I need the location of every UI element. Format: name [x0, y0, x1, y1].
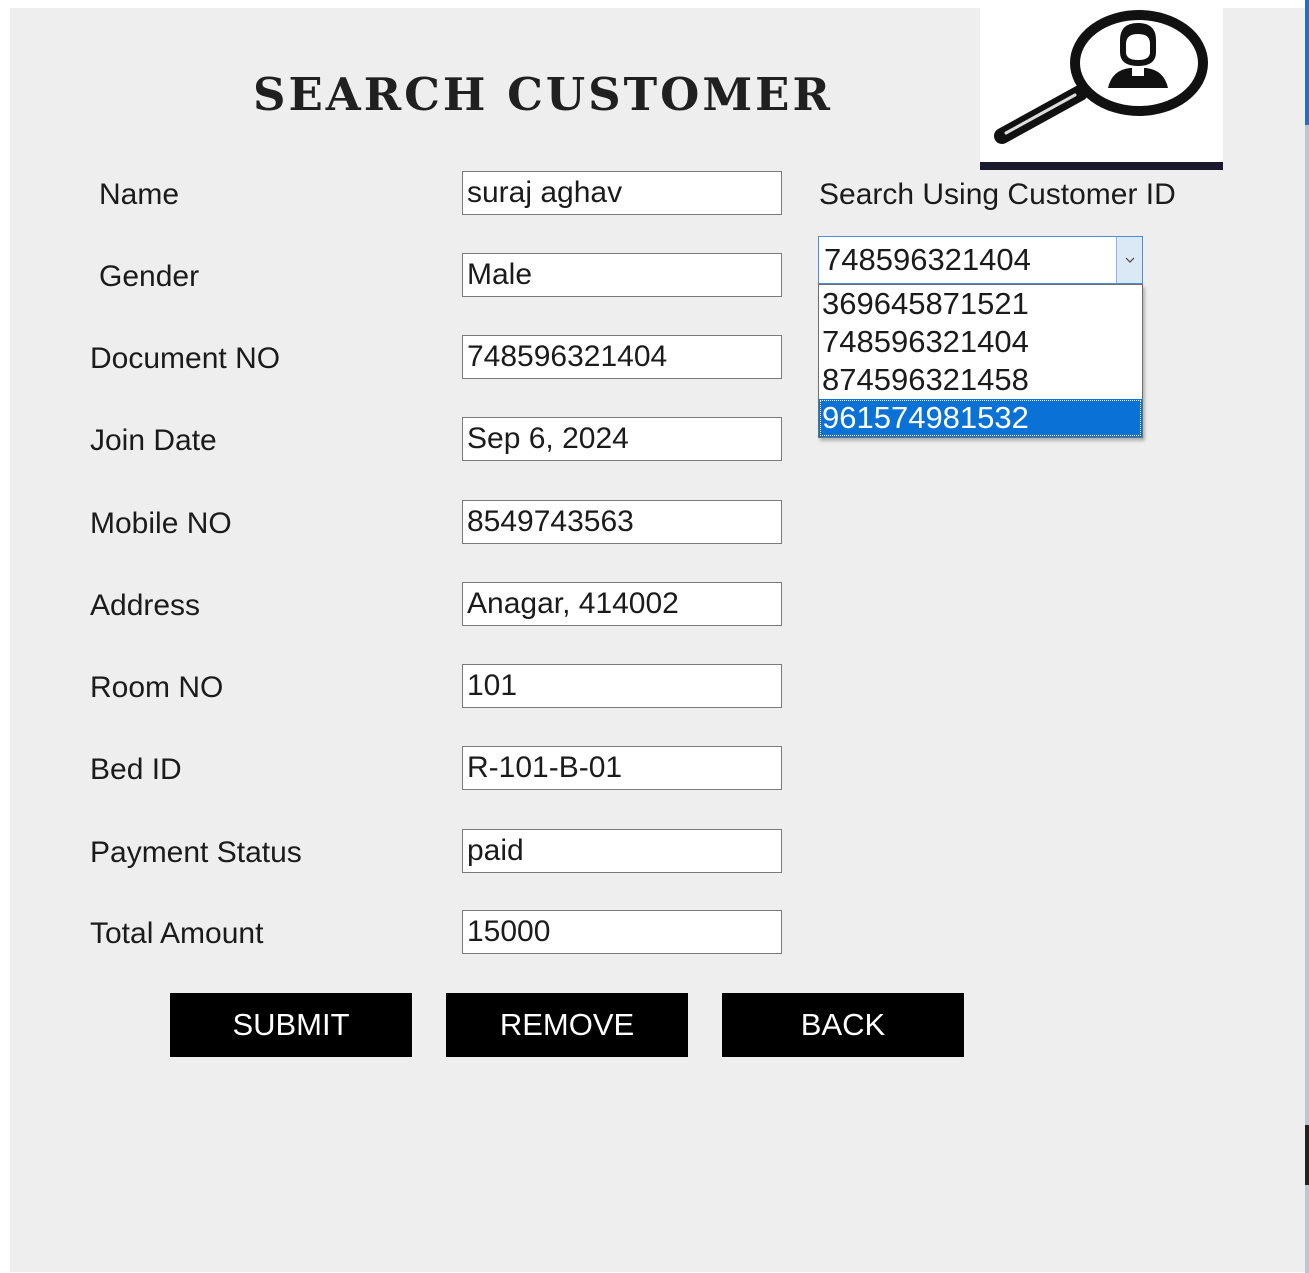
- magnifier-customer-icon: [994, 10, 1208, 144]
- mobile-no-field[interactable]: 8549743563: [462, 500, 782, 544]
- document-no-label: Document NO: [90, 342, 281, 375]
- dropdown-option[interactable]: 369645871521: [819, 285, 1142, 323]
- page-title: SEARCH CUSTOMER: [253, 68, 833, 121]
- back-button[interactable]: BACK: [722, 993, 964, 1057]
- background-edge: [1305, 0, 1309, 1273]
- gender-label: Gender: [99, 260, 200, 293]
- name-field[interactable]: suraj aghav: [462, 171, 782, 215]
- name-label: Name: [99, 178, 180, 211]
- chevron-down-icon[interactable]: [1116, 237, 1142, 283]
- mobile-no-label: Mobile NO: [90, 507, 232, 540]
- submit-button[interactable]: SUBMIT: [170, 993, 412, 1057]
- total-amount-label: Total Amount: [90, 917, 264, 950]
- room-no-field[interactable]: 101: [462, 664, 782, 708]
- payment-status-field[interactable]: paid: [462, 829, 782, 873]
- search-customer-id-label: Search Using Customer ID: [819, 178, 1176, 211]
- payment-status-label: Payment Status: [90, 836, 302, 869]
- dropdown-option[interactable]: 874596321458: [819, 361, 1142, 399]
- dropdown-option-highlighted[interactable]: 961574981532: [819, 399, 1142, 437]
- room-no-label: Room NO: [90, 671, 224, 704]
- total-amount-field[interactable]: 15000: [462, 910, 782, 954]
- customer-id-combobox[interactable]: 748596321404: [818, 236, 1143, 284]
- join-date-label: Join Date: [90, 424, 217, 457]
- document-no-field[interactable]: 748596321404: [462, 335, 782, 379]
- dropdown-option[interactable]: 748596321404: [819, 323, 1142, 361]
- join-date-field[interactable]: Sep 6, 2024: [462, 417, 782, 461]
- gender-field[interactable]: Male: [462, 253, 782, 297]
- search-customer-logo: [980, 8, 1223, 170]
- address-field[interactable]: Anagar, 414002: [462, 582, 782, 626]
- remove-button[interactable]: REMOVE: [446, 993, 688, 1057]
- bed-id-field[interactable]: R-101-B-01: [462, 746, 782, 790]
- address-label: Address: [90, 589, 201, 622]
- customer-id-selected-value: 748596321404: [824, 242, 1031, 277]
- bed-id-label: Bed ID: [90, 753, 182, 786]
- customer-id-dropdown-list: 369645871521 748596321404 874596321458 9…: [818, 284, 1143, 438]
